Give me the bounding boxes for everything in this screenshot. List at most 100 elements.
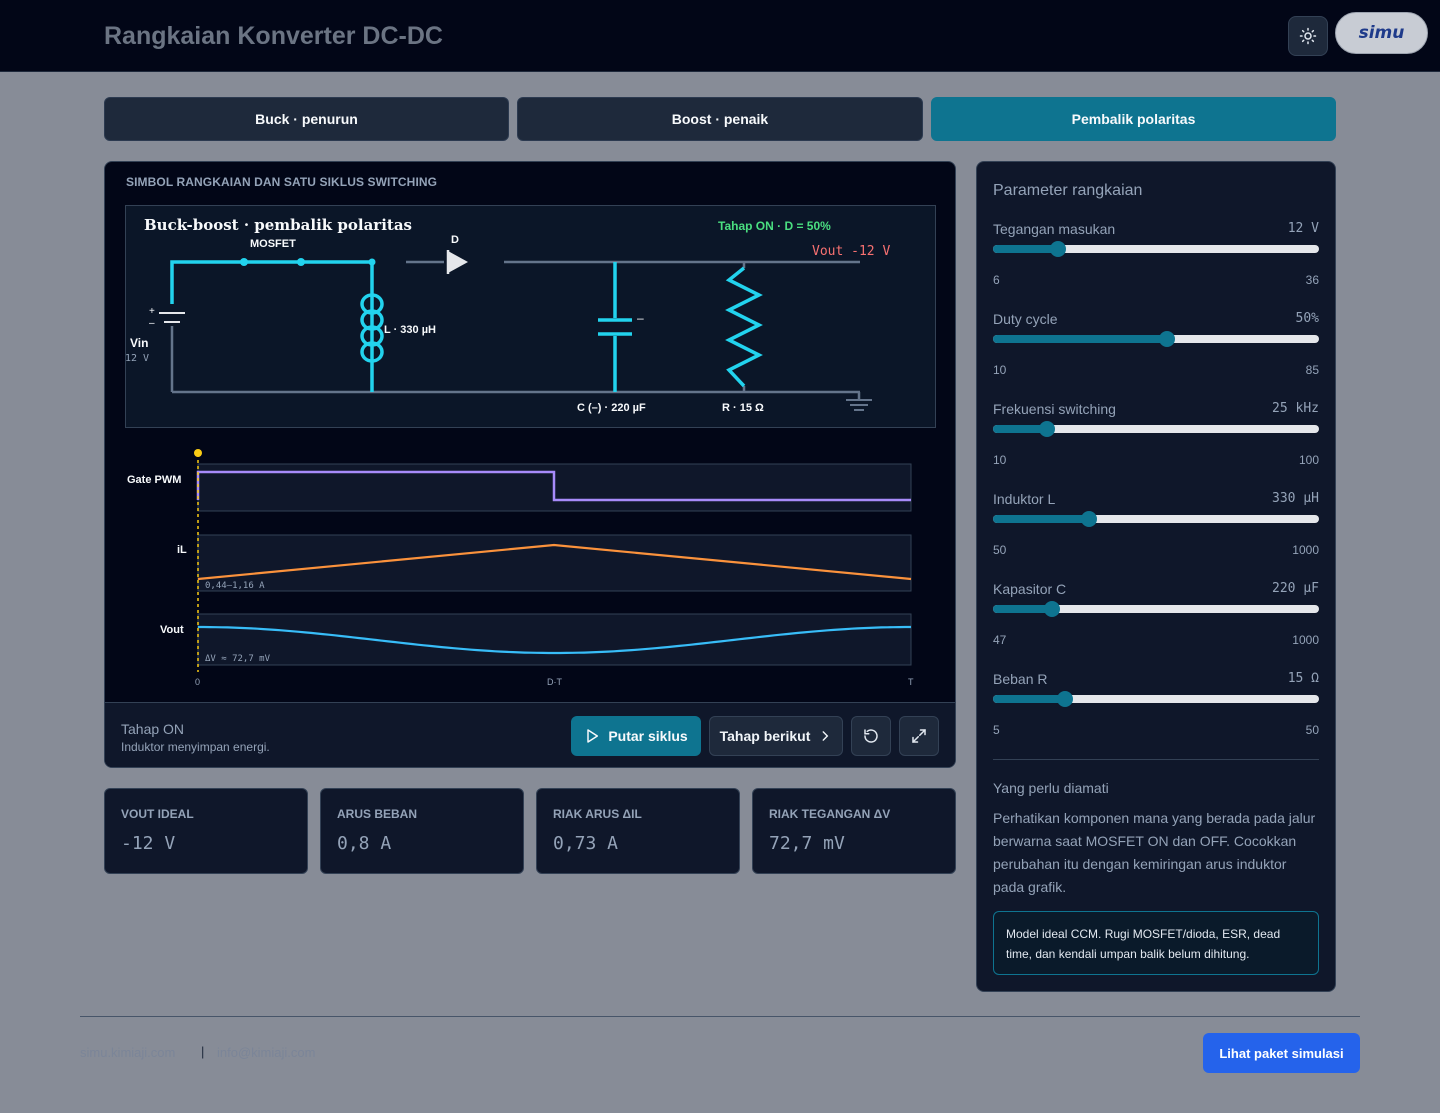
parameter-panel: Parameter rangkaian Tegangan masukan 12 …: [976, 161, 1336, 992]
brand-logo-text: simu: [1358, 23, 1405, 43]
battery-symbol: [159, 312, 185, 323]
footer-link-site[interactable]: simu.kimiaji.com: [80, 1045, 175, 1060]
slider-thumb[interactable]: [1081, 511, 1098, 527]
il-plot-area: [197, 534, 912, 592]
axis-label-dt: D·T: [547, 677, 562, 687]
param-value: 220 µF: [1272, 581, 1319, 596]
stage-description: Induktor menyimpan energi.: [121, 740, 270, 754]
param-label: Induktor L: [993, 491, 1056, 507]
param-load: Beban R 15 Ω 5 50: [993, 671, 1319, 751]
sun-icon: [1299, 27, 1317, 45]
stat-voltage-ripple: RIAK TEGANGAN ΔV 72,7 mV: [752, 788, 956, 874]
input-voltage-slider[interactable]: [993, 241, 1319, 257]
param-capacitor: Kapasitor C 220 µF 47 1000: [993, 581, 1319, 661]
chevron-right-icon: [822, 731, 829, 741]
param-value: 15 Ω: [1287, 671, 1319, 686]
stat-label: RIAK TEGANGAN ΔV: [769, 807, 891, 821]
stat-label: VOUT IDEAL: [121, 807, 194, 821]
param-value: 12 V: [1287, 221, 1319, 236]
param-min: 5: [993, 723, 1000, 737]
play-cycle-button[interactable]: Putar siklus: [571, 716, 701, 756]
tab-boost[interactable]: Boost · penaik: [517, 97, 923, 141]
slider-thumb[interactable]: [1044, 601, 1061, 617]
inductor-label: L · 330 µH: [384, 324, 436, 336]
slider-thumb[interactable]: [1039, 421, 1056, 437]
next-stage-button[interactable]: Tahap berikut: [709, 716, 843, 756]
inductor-slider[interactable]: [993, 511, 1319, 527]
param-max: 36: [1305, 273, 1319, 287]
slider-thumb[interactable]: [1158, 331, 1175, 347]
stat-value: -12 V: [121, 833, 176, 854]
il-label: iL: [177, 544, 187, 556]
vout-label: Vout -12 V: [812, 244, 890, 259]
expand-icon: [912, 729, 926, 743]
param-max: 1000: [1292, 633, 1319, 647]
slider-thumb[interactable]: [1050, 241, 1067, 257]
footer-separator: |: [201, 1044, 205, 1059]
stat-value: 72,7 mV: [769, 833, 845, 854]
capacitor-label: C (–) · 220 µF: [577, 402, 646, 414]
observation-body: Perhatikan komponen mana yang berada pad…: [993, 810, 1316, 895]
diode-symbol: [446, 250, 468, 274]
param-input-voltage: Tegangan masukan 12 V 6 36: [993, 221, 1319, 301]
param-min: 10: [993, 453, 1007, 467]
panel-caption: SIMBOL RANGKAIAN DAN SATU SIKLUS SWITCHI…: [126, 175, 438, 189]
next-stage-label: Tahap berikut: [719, 728, 811, 744]
theme-toggle-button[interactable]: [1288, 16, 1328, 56]
stat-value: 0,73 A: [553, 833, 619, 854]
param-switching-frequency: Frekuensi switching 25 kHz 10 100: [993, 401, 1319, 481]
tab-buck[interactable]: Buck · penurun: [104, 97, 509, 141]
param-label: Kapasitor C: [993, 581, 1067, 597]
stat-label: ARUS BEBAN: [337, 807, 418, 821]
param-label: Tegangan masukan: [993, 221, 1116, 237]
axis-label-0: 0: [195, 677, 200, 687]
param-max: 100: [1298, 453, 1319, 467]
diode-label: D: [451, 234, 459, 246]
frequency-slider[interactable]: [993, 421, 1319, 437]
param-inductor: Induktor L 330 µH 50 1000: [993, 491, 1319, 571]
axis-label-t: T: [908, 677, 914, 687]
play-cycle-label: Putar siklus: [608, 728, 688, 744]
model-note: Model ideal CCM. Rugi MOSFET/dioda, ESR,…: [993, 911, 1319, 975]
stat-label: RIAK ARUS ΔIL: [553, 807, 642, 821]
duty-cycle-slider[interactable]: [993, 331, 1319, 347]
param-max: 1000: [1292, 543, 1319, 557]
param-min: 50: [993, 543, 1007, 557]
parameter-heading: Parameter rangkaian: [993, 182, 1143, 199]
mosfet-label: MOSFET: [250, 238, 296, 250]
stage-title: Tahap ON: [121, 721, 185, 737]
vout-plot-area: [197, 613, 912, 666]
param-label: Duty cycle: [993, 311, 1058, 327]
tab-inverting[interactable]: Pembalik polaritas: [931, 97, 1336, 141]
capacitor-slider[interactable]: [993, 601, 1319, 617]
circuit-panel: SIMBOL RANGKAIAN DAN SATU SIKLUS SWITCHI…: [104, 161, 956, 768]
param-min: 10: [993, 363, 1007, 377]
reset-button[interactable]: [851, 716, 891, 756]
brand-logo[interactable]: simu: [1335, 12, 1428, 54]
capacitor-symbol: [598, 318, 632, 336]
top-bar: Rangkaian Konverter DC-DC simu: [0, 0, 1440, 72]
battery-minus: –: [149, 318, 155, 329]
vout-ripple: ΔV ≈ 72,7 mV: [205, 654, 271, 664]
footer-divider: [80, 1016, 1360, 1017]
vout-wave-label: Vout: [160, 624, 184, 636]
time-cursor-handle[interactable]: [194, 449, 202, 457]
circuit-diagram: Buck-boost · pembalik polaritas Tahap ON…: [125, 205, 936, 428]
param-value: 25 kHz: [1272, 401, 1319, 416]
footer-link-email[interactable]: info@kimiaji.com: [217, 1045, 315, 1060]
fullscreen-button[interactable]: [899, 716, 939, 756]
stat-value: 0,8 A: [337, 833, 392, 854]
load-slider[interactable]: [993, 691, 1319, 707]
il-range: 0,44–1,16 A: [205, 581, 265, 591]
battery-plus: +: [149, 306, 155, 317]
stat-current-ripple: RIAK ARUS ΔIL 0,73 A: [536, 788, 740, 874]
circuit-title: Buck-boost · pembalik polaritas: [144, 216, 412, 234]
reset-icon: [864, 729, 878, 743]
ground-icon: [846, 399, 872, 411]
param-label: Frekuensi switching: [993, 401, 1116, 417]
view-packages-button[interactable]: Lihat paket simulasi: [1203, 1033, 1360, 1073]
play-icon: [587, 729, 599, 743]
param-max: 85: [1305, 363, 1319, 377]
slider-thumb[interactable]: [1057, 691, 1074, 707]
param-min: 47: [993, 633, 1007, 647]
